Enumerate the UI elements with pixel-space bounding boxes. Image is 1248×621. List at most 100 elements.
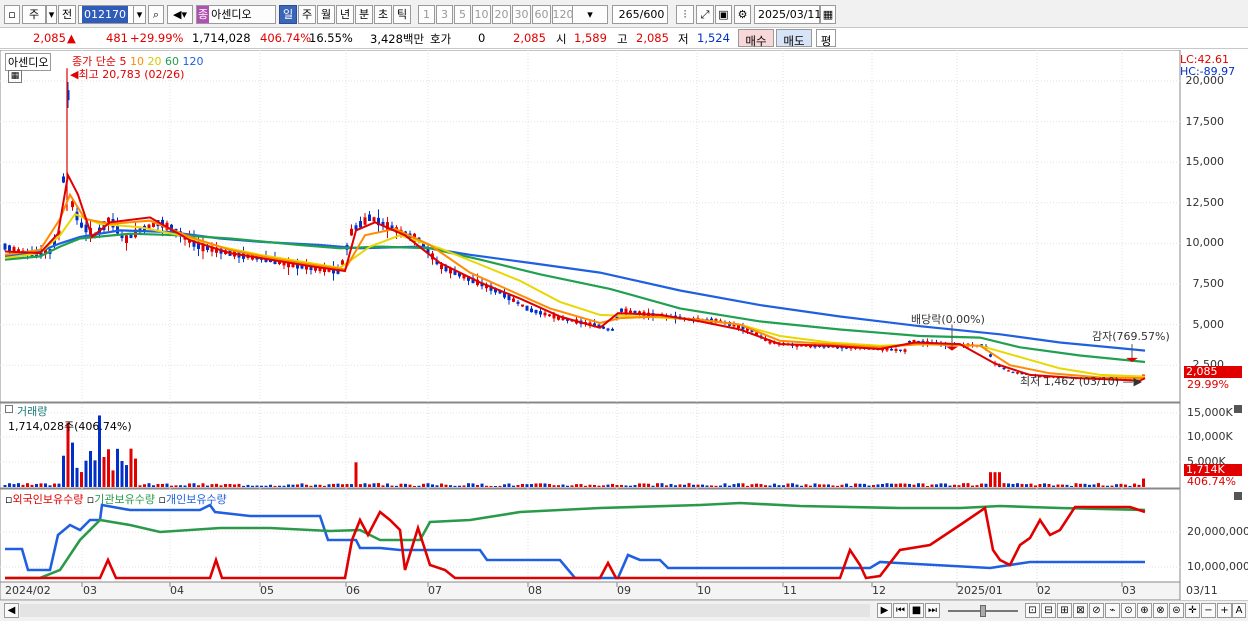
volume-bar: [210, 484, 214, 487]
period-tab[interactable]: 일: [279, 5, 297, 24]
zoom-out-icon[interactable]: −: [1201, 603, 1216, 618]
volume-bar: [1097, 483, 1100, 487]
x-tick-label: 2025/01: [957, 584, 1003, 597]
chart-navigation: ◀ ▶ ⏮ ■ ⏭ ⊡ ⊟ ⊞ ⊠ ⊘ ⌁ ⊙ ⊕ ⊗ ⊜ ✛ − + A: [0, 600, 1248, 621]
period-tab[interactable]: 월: [317, 5, 335, 24]
sell-button[interactable]: 매도: [776, 29, 812, 48]
close-panel-icon[interactable]: [1234, 405, 1242, 413]
volume-bar: [647, 483, 650, 487]
candle-body: [129, 234, 133, 239]
tool-icon[interactable]: ⊜: [1169, 603, 1184, 618]
scroll-right-icon[interactable]: ▶: [877, 603, 892, 618]
date-field[interactable]: 2025/03/11: [754, 5, 821, 24]
tool-icon[interactable]: ⊠: [1073, 603, 1088, 618]
close-panel-icon[interactable]: [1234, 492, 1242, 500]
interval-tab[interactable]: 1: [418, 5, 435, 24]
candle-body: [1011, 371, 1015, 373]
volume-bar: [903, 483, 907, 487]
gear-icon[interactable]: ⚙: [734, 5, 751, 24]
stop-icon[interactable]: ■: [909, 603, 924, 618]
change-pct: +29.99%: [130, 31, 184, 45]
tool-icon[interactable]: ⊡: [1025, 603, 1040, 618]
volume-bar: [822, 484, 826, 487]
save-icon[interactable]: ▣: [715, 5, 732, 24]
volume-bar: [858, 483, 862, 487]
candle-body: [80, 222, 83, 228]
volume-bar: [206, 485, 209, 487]
buy-button[interactable]: 매수: [738, 29, 774, 48]
chevron-down-icon[interactable]: ▾: [46, 5, 57, 24]
tool-icon[interactable]: ⊞: [1057, 603, 1072, 618]
text-size-icon[interactable]: A: [1232, 603, 1246, 618]
volume-bar: [849, 486, 853, 487]
search-icon[interactable]: ⌕: [148, 5, 164, 24]
volume-bar: [1011, 483, 1015, 487]
interval-tab[interactable]: 10: [472, 5, 491, 24]
chart-area[interactable]: 아센디오 종가 단순 5 10 20 60 120 ▦ ◀최고 20,783 (…: [0, 50, 1248, 621]
low-label: 저: [678, 32, 689, 46]
volume-bar: [1052, 485, 1055, 487]
interval-tab[interactable]: 60: [532, 5, 551, 24]
turnover: 16.55%: [309, 31, 353, 45]
candle-icon[interactable]: ⫶: [676, 5, 694, 24]
last-icon[interactable]: ⏭: [925, 603, 940, 618]
candle-body: [125, 235, 128, 244]
volume-bar: [750, 484, 754, 487]
volume-bar: [57, 483, 61, 487]
table-icon[interactable]: ▦: [8, 70, 22, 83]
chart-canvas[interactable]: [0, 50, 1248, 600]
interval-tab[interactable]: 30: [512, 5, 531, 24]
chevron-down-icon[interactable]: ▾: [133, 5, 146, 24]
period-tab[interactable]: 초: [374, 5, 392, 24]
stock-name-field[interactable]: 종 아센디오: [196, 5, 276, 24]
period-tab[interactable]: 주: [298, 5, 316, 24]
candle-body: [62, 176, 65, 183]
period-tab[interactable]: 틱: [393, 5, 411, 24]
period-type-select[interactable]: 주: [22, 5, 46, 24]
interval-tab[interactable]: 20: [492, 5, 511, 24]
period-tab[interactable]: 분: [355, 5, 373, 24]
volume-bar: [764, 485, 767, 487]
price-panel: [0, 50, 1181, 403]
layout-icon[interactable]: ▫: [4, 5, 20, 24]
tool-icon[interactable]: ⌁: [1105, 603, 1120, 618]
interval-tab[interactable]: 3: [436, 5, 453, 24]
calendar-icon[interactable]: ▦: [820, 5, 836, 24]
count-field[interactable]: 265/600: [612, 5, 668, 24]
scroll-track[interactable]: [20, 604, 870, 617]
crosshair-icon[interactable]: ✛: [1185, 603, 1200, 618]
price-tick-label: 20,000: [1185, 74, 1225, 87]
tool-icon[interactable]: ⊘: [1089, 603, 1104, 618]
scroll-left-icon[interactable]: ◀: [4, 603, 19, 618]
interval-tab[interactable]: 5: [454, 5, 471, 24]
volume-bar: [1101, 485, 1105, 487]
volume-bar: [1142, 478, 1145, 487]
volume-bar: [1056, 484, 1060, 487]
interval-tab[interactable]: 120: [552, 5, 574, 24]
volume-checkbox[interactable]: [5, 405, 13, 413]
tool-icon[interactable]: ⊙: [1121, 603, 1136, 618]
tool-icon[interactable]: ⊕: [1137, 603, 1152, 618]
volume-bar: [728, 485, 731, 487]
speaker-icon[interactable]: ◀▾: [167, 5, 193, 24]
period-tab[interactable]: 년: [336, 5, 354, 24]
zoom-handle[interactable]: [980, 605, 986, 617]
tool-icon[interactable]: ⊟: [1041, 603, 1056, 618]
first-icon[interactable]: ⏮: [893, 603, 908, 618]
volume-bar: [80, 472, 83, 487]
code-value: 012170: [82, 6, 128, 23]
zoom-in-icon[interactable]: +: [1217, 603, 1232, 618]
candle-body: [620, 308, 623, 312]
candle-body: [989, 354, 992, 357]
volume-bar: [1119, 483, 1123, 487]
unit-select[interactable]: ▾: [572, 5, 608, 24]
draw-icon[interactable]: ⤢: [696, 5, 714, 24]
eval-button[interactable]: 평: [816, 29, 836, 48]
volume-bar: [1065, 484, 1069, 487]
volume-bar: [732, 484, 736, 487]
volume-bar: [26, 483, 29, 487]
prev-button[interactable]: 전: [58, 5, 76, 24]
up-arrow-icon: ▲: [67, 31, 76, 45]
x-tick-label: 11: [783, 584, 797, 597]
tool-icon[interactable]: ⊗: [1153, 603, 1168, 618]
